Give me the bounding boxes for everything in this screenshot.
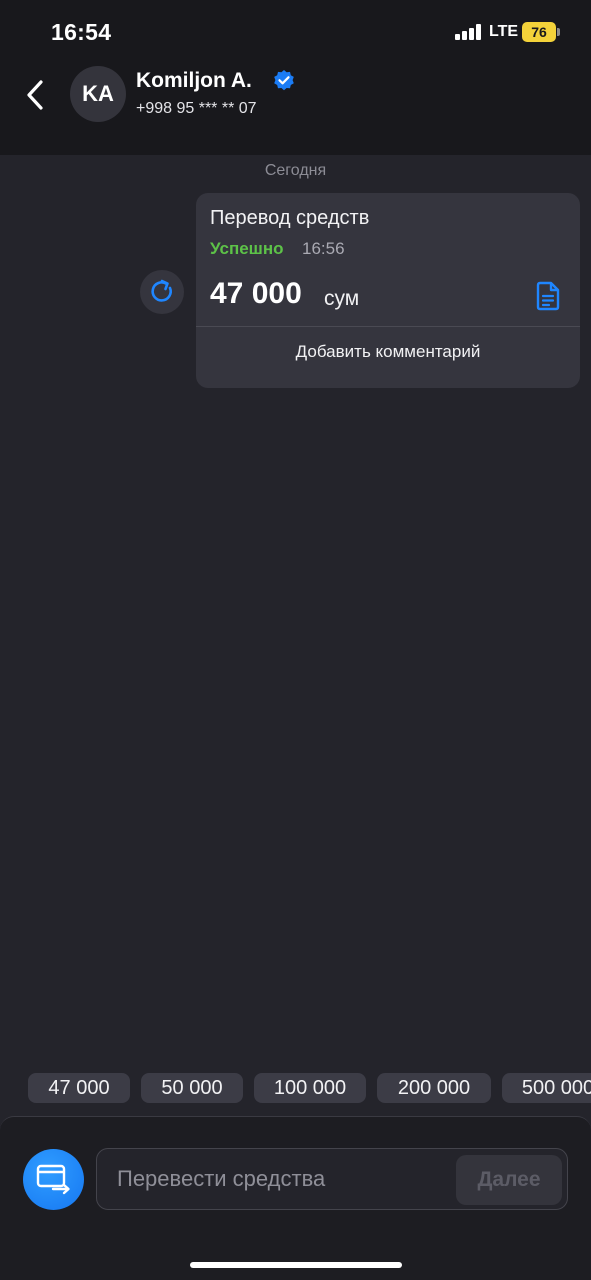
transfer-message[interactable]: Перевод средств Успешно 16:56 47 000 сум… [196,193,580,388]
amount-chip[interactable]: 100 000 [254,1073,366,1103]
card-transfer-button[interactable] [23,1149,84,1210]
transfer-input-placeholder: Перевести средства [117,1166,326,1191]
avatar[interactable]: KA [70,66,126,122]
transfer-amount: 47 000 [210,277,302,310]
repeat-transfer-button[interactable] [140,270,184,314]
verified-badge-icon [272,69,296,93]
back-button[interactable] [22,76,52,114]
transfer-time: 16:56 [302,239,345,258]
receipt-button[interactable] [536,281,562,311]
transfer-amount-field[interactable]: Перевести средства Далее [96,1148,568,1210]
amount-chip[interactable]: 200 000 [377,1073,491,1103]
transfer-currency: сум [324,287,360,310]
chevron-left-icon [27,80,43,110]
refresh-icon [151,279,172,302]
cellular-signal-icon [455,24,483,40]
card-transfer-icon [36,1164,70,1195]
status-time: 16:54 [51,19,112,45]
transfer-status: Успешно [210,239,284,258]
battery-tip [557,28,560,36]
network-type: LTE [489,23,519,40]
quick-amount-chips: 47 000 50 000 100 000 200 000 500 000 [28,1073,591,1103]
chat-header: 16:54 LTE 76 KA Komiljon A. +998 95 *** … [0,0,591,155]
amount-chip[interactable]: 50 000 [141,1073,243,1103]
contact-name: Komiljon A. [136,69,252,92]
add-comment-button[interactable]: Добавить комментарий [196,327,580,388]
amount-chip[interactable]: 500 000 [502,1073,591,1103]
transfer-title: Перевод средств [210,207,370,229]
battery-icon: 76 [522,22,556,42]
contact-phone: +998 95 *** ** 07 [136,100,257,117]
next-button[interactable]: Далее [456,1155,562,1205]
document-icon [536,281,560,311]
date-separator: Сегодня [264,162,327,179]
amount-chip[interactable]: 47 000 [28,1073,130,1103]
home-indicator [190,1262,402,1268]
